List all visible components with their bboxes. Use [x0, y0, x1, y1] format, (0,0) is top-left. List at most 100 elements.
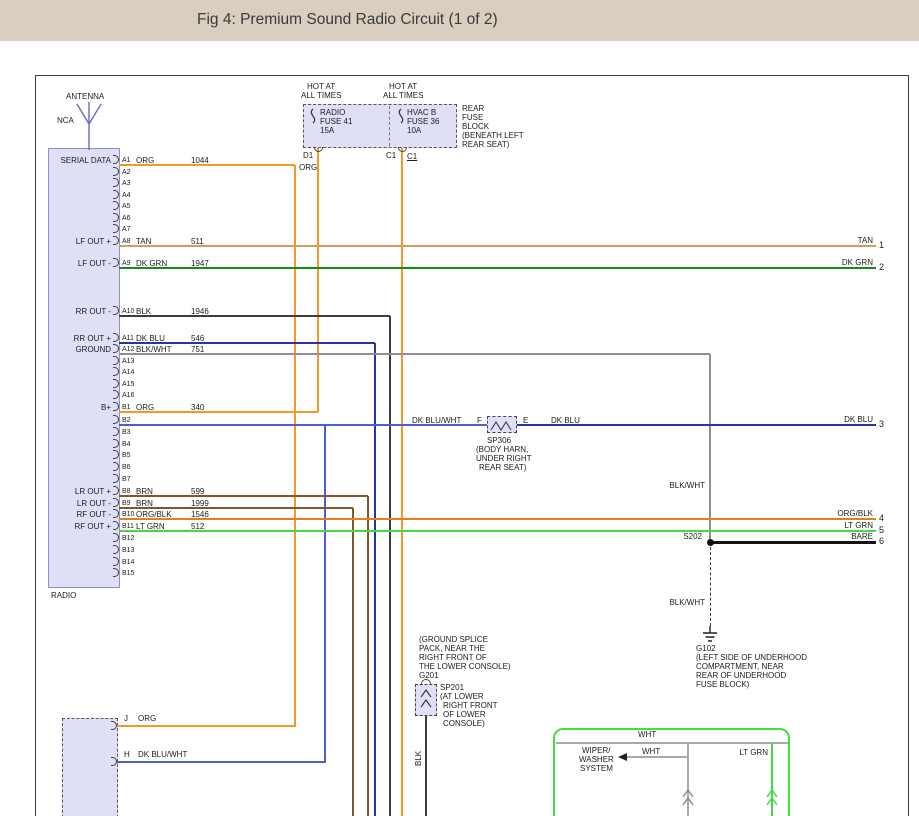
aux-j-wire-label: ORG	[138, 714, 156, 723]
wire-sp201-blk	[425, 716, 427, 816]
sp201-note-3: CONSOLE)	[443, 719, 485, 728]
hot-at-2-line2: ALL TIMES	[383, 91, 423, 100]
pin-label-a15: A15	[122, 380, 134, 389]
wire-circuit-label-b9: 1999	[191, 499, 209, 508]
sp306-note-2: REAR SEAT)	[479, 463, 526, 472]
pin-label-a16: A16	[122, 391, 134, 400]
pin-label-a12: A12	[122, 345, 134, 354]
radio-signal-label-4: RR OUT +	[53, 334, 111, 343]
radio-name: RADIO	[51, 591, 76, 600]
wire-circuit-label-b10: 1546	[191, 510, 209, 519]
sp306-name: SP306	[487, 436, 511, 445]
edge-wire-label-5: LT GRN	[813, 521, 873, 530]
fuse-location-line-4: REAR SEAT)	[462, 140, 509, 149]
fuse2-amp: 10A	[407, 126, 421, 135]
pin-label-b10: B10	[122, 510, 134, 519]
radio-signal-label-2: LF OUT -	[53, 259, 111, 268]
wire-color-label-a10: BLK	[136, 307, 151, 316]
radio-signal-label-1: LF OUT +	[53, 237, 111, 246]
s202-name: S202	[672, 532, 702, 541]
sp201-note-0: (AT LOWER	[440, 692, 484, 701]
pin-label-b3: B3	[122, 428, 131, 437]
s202-wire-below-label: BLK/WHT	[653, 598, 705, 607]
sp201-note-2: OF LOWER	[443, 710, 486, 719]
wire-a10-blk	[119, 315, 390, 317]
wire-b2-left-label: DK BLU/WHT	[412, 416, 461, 425]
pin-label-b4: B4	[122, 440, 131, 449]
wire-b11-ltgrn	[119, 530, 876, 532]
g201-note-0: (GROUND SPLICE	[419, 635, 488, 644]
wire-b8-brn-drop	[367, 496, 369, 816]
wire-j-org	[117, 725, 296, 727]
g102-name: G102	[696, 644, 716, 653]
edge-wire-label-2: DK GRN	[813, 258, 873, 267]
pin-arc-a15	[113, 379, 119, 388]
d1-wire-label: ORG	[299, 163, 317, 172]
fuse-icon	[307, 108, 319, 126]
antenna-code-label: NCA	[57, 116, 74, 125]
edge-number-1: 1	[879, 241, 884, 250]
fuse1-amp: 15A	[320, 126, 334, 135]
radio-signal-label-3: RR OUT -	[53, 307, 111, 316]
wire-a12-blkwht	[119, 353, 710, 355]
connector-cup	[314, 147, 323, 152]
pin-label-b13: B13	[122, 546, 134, 555]
pin-label-a5: A5	[122, 202, 131, 211]
g102-note-1: COMPARTMENT, NEAR	[696, 662, 784, 671]
pin-label-a11: A11	[122, 334, 134, 343]
pin-label-a8: A8	[122, 237, 131, 246]
wire-b2-right-label: DK BLU	[551, 416, 580, 425]
edge-wire-label-4: ORG/BLK	[813, 509, 873, 518]
fuse-location-line-0: REAR	[462, 104, 484, 113]
fuse1-name: RADIO	[320, 108, 345, 117]
splice-icon	[418, 688, 434, 712]
connector-chevron-icon	[765, 789, 779, 807]
fuse2-num: FUSE 36	[407, 117, 439, 126]
wire-b2-dkbluwht-drop	[324, 425, 326, 762]
conn-c1-label: C1	[407, 152, 417, 161]
sp201-name: SP201	[440, 683, 464, 692]
s202-dot	[707, 539, 714, 546]
wiper-ltgrn-label: LT GRN	[734, 748, 768, 757]
pin-label-b7: B7	[122, 475, 131, 484]
sp306-pin-e: E	[523, 416, 528, 425]
hot-at-2-line1: HOT AT	[389, 82, 417, 91]
sp201-note-1: RIGHT FRONT	[443, 701, 498, 710]
pin-arc-a2	[113, 167, 119, 176]
sp306-note-1: UNDER RIGHT	[476, 454, 532, 463]
pin-label-a13: A13	[122, 357, 134, 366]
page: Fig 4: Premium Sound Radio Circuit (1 of…	[0, 0, 919, 816]
fuse-location-line-1: FUSE	[462, 113, 483, 122]
wiper-mid-wht-label: WHT	[642, 747, 660, 756]
edge-wire-label-6: BARE	[813, 532, 873, 541]
wire-wht-arrow	[627, 756, 688, 758]
pin-label-b6: B6	[122, 463, 131, 472]
aux-h-wire-label: DK BLU/WHT	[138, 750, 187, 759]
ground-icon	[701, 626, 719, 644]
wire-b9-brn	[119, 507, 353, 509]
edge-number-5: 5	[879, 526, 884, 535]
connector-chevron-icon	[681, 789, 695, 807]
fuse-box-divider	[389, 106, 390, 146]
wire-a1-org-drop	[294, 165, 296, 726]
pin-label-a14: A14	[122, 368, 134, 377]
wire-b8-brn	[119, 495, 368, 497]
wire-color-label-b8: BRN	[136, 487, 153, 496]
wire-c1-org	[401, 148, 403, 816]
wire-a12-blkwht-drop	[709, 354, 711, 542]
pin-arc-a6	[113, 213, 119, 222]
wire-circuit-label-a1: 1044	[191, 156, 209, 165]
wiring-diagram: A1A2A3A4A5A6A7A8A9A10A11A12A13A14A15A16B…	[0, 0, 919, 816]
pin-label-b2: B2	[122, 416, 131, 425]
ground-path-dashed	[710, 547, 711, 626]
pin-label-h: H	[124, 750, 130, 759]
hot-at-1-line2: ALL TIMES	[301, 91, 341, 100]
s202-wire-above-label: BLK/WHT	[653, 481, 705, 490]
connector-cup	[398, 147, 407, 152]
pin-c1-label: C1	[386, 151, 396, 160]
antenna-label: ANTENNA	[66, 92, 104, 101]
wire-circuit-label-a11: 546	[191, 334, 204, 343]
wire-a9-dkgrn	[119, 267, 876, 269]
pin-label-j: J	[124, 714, 128, 723]
wire-circuit-label-a10: 1946	[191, 307, 209, 316]
